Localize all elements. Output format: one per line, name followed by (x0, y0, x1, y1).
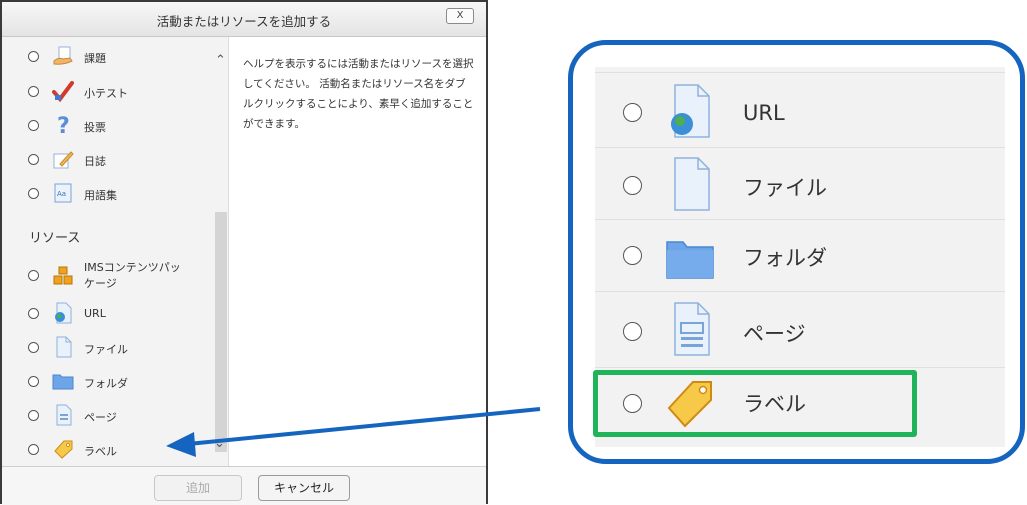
arrow-shaft (187, 407, 541, 446)
pointer-arrow (166, 407, 541, 457)
arrow-head (166, 432, 196, 457)
